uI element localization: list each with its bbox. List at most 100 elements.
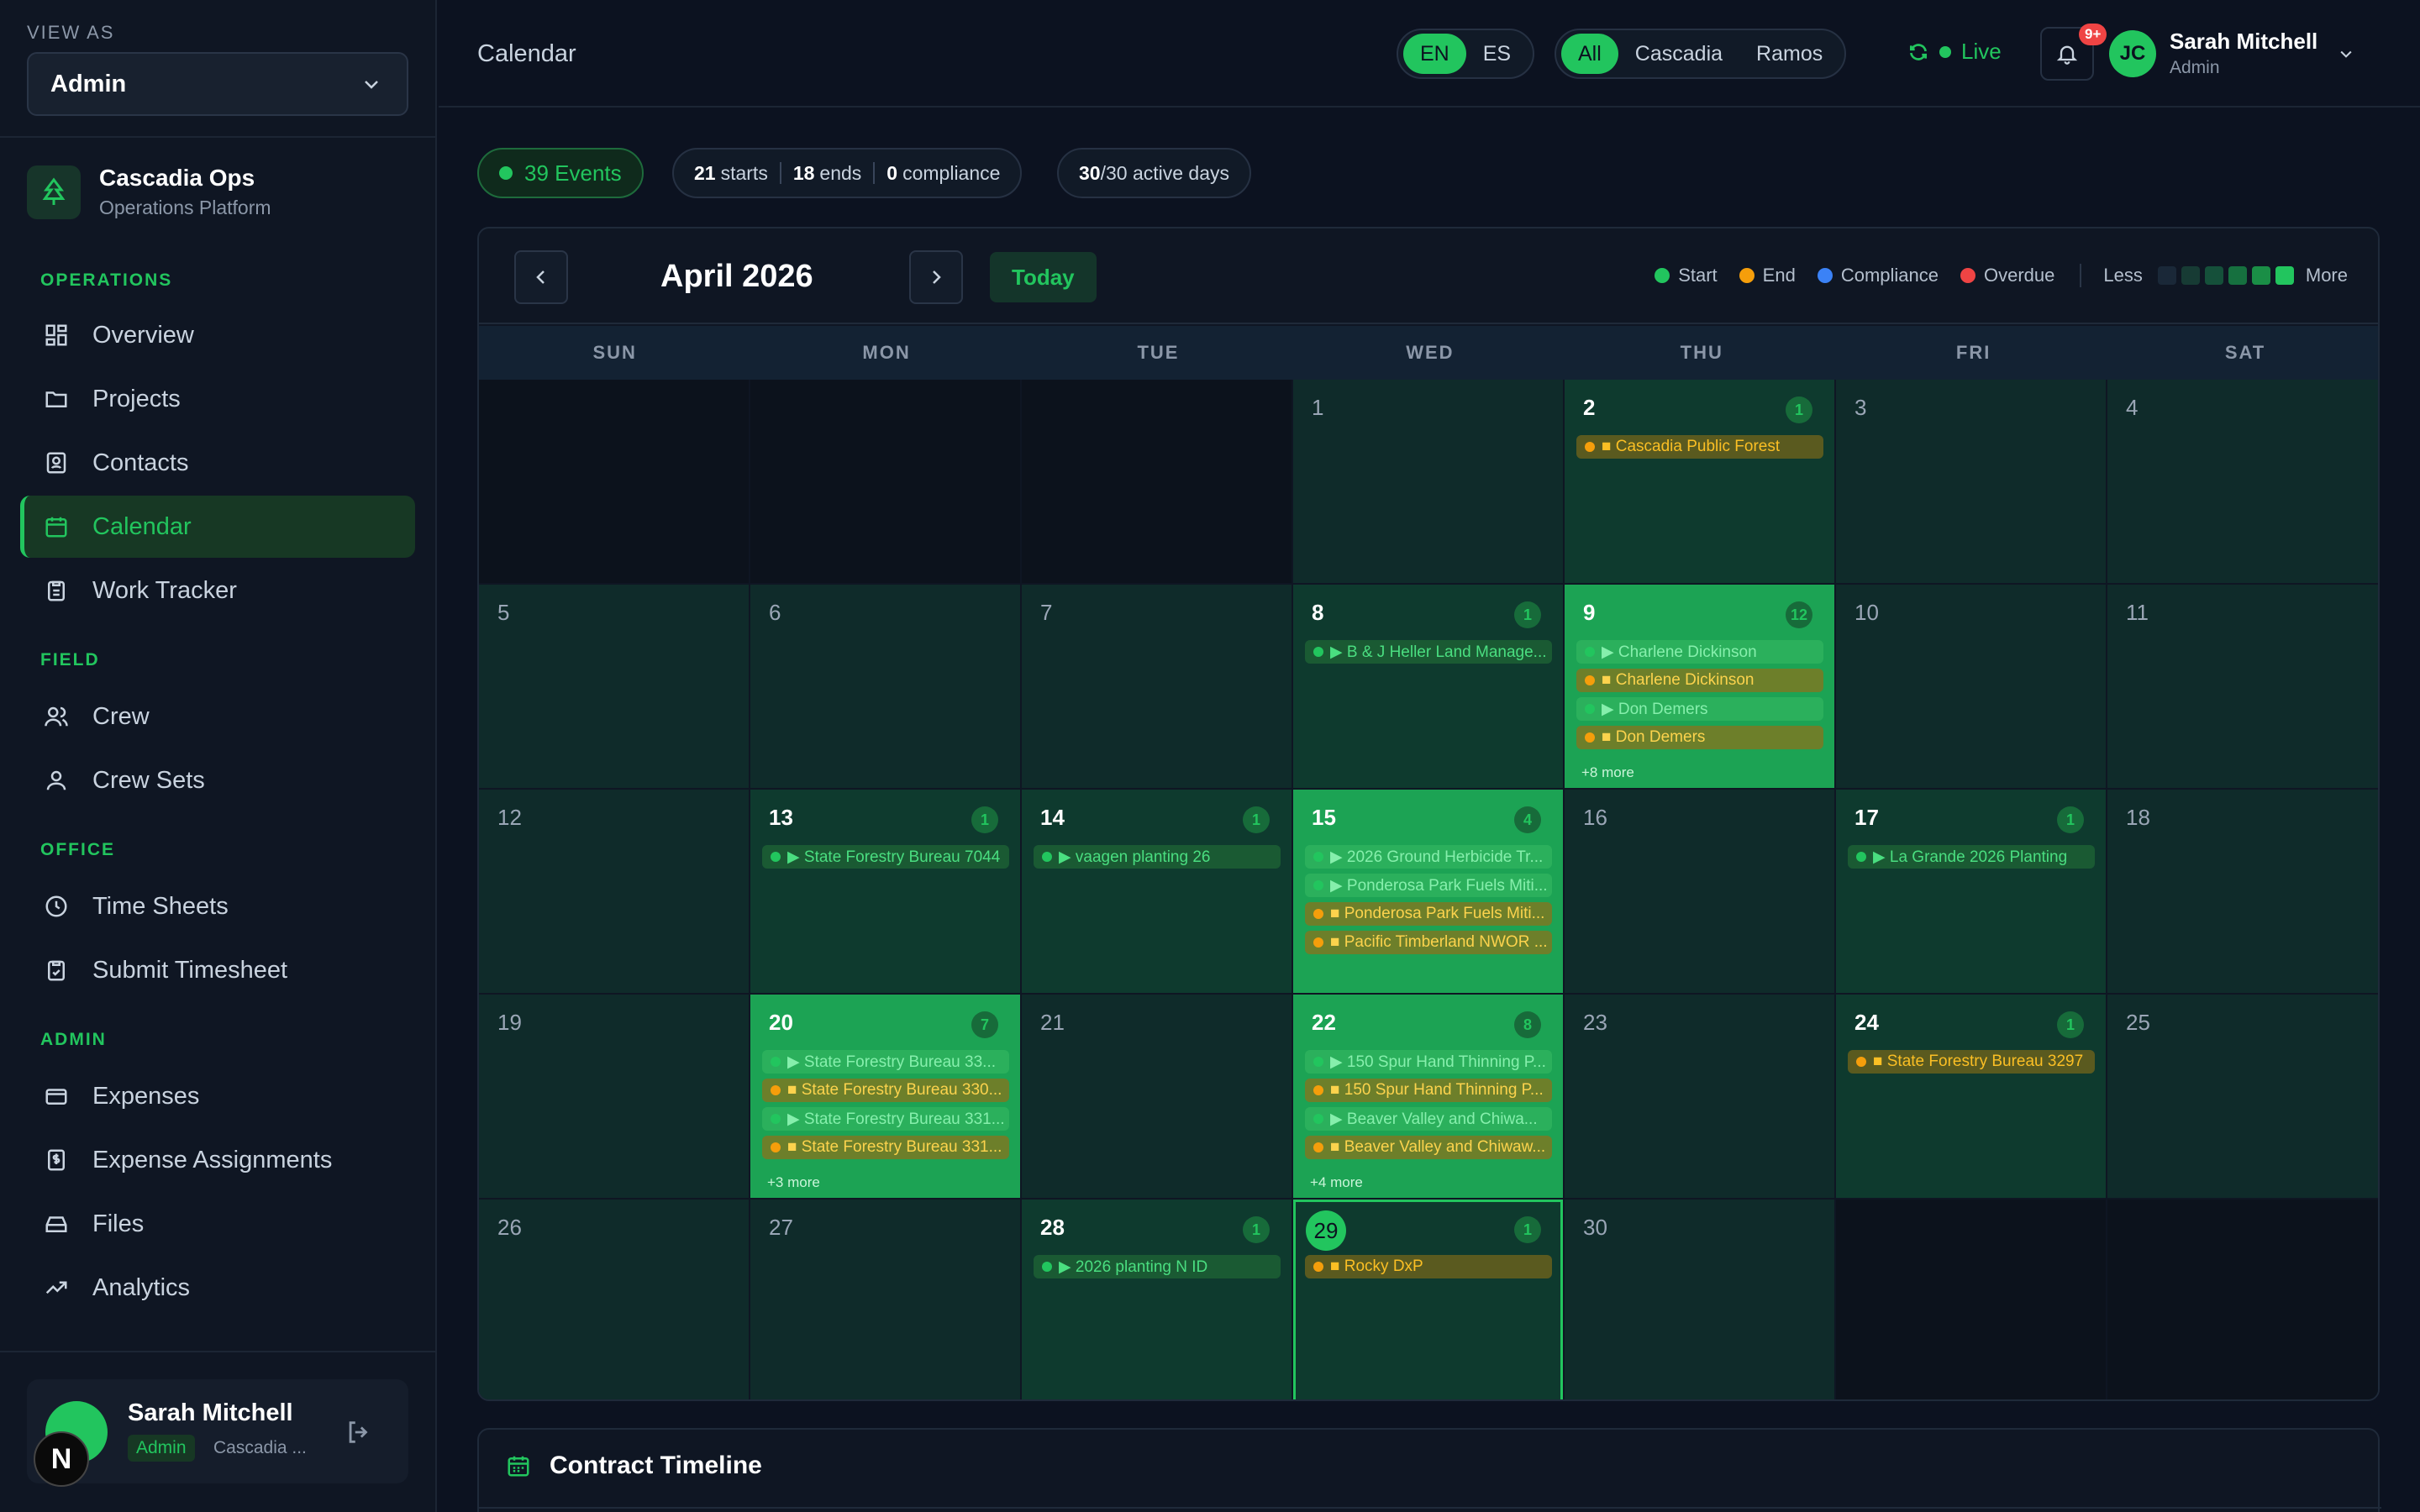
nav-time-sheets[interactable]: Time Sheets <box>20 875 415 937</box>
event-chip[interactable]: ■ Beaver Valley and Chiwaw... <box>1305 1136 1552 1159</box>
n-badge[interactable]: N <box>34 1431 89 1487</box>
more-events-link[interactable]: +4 more <box>1310 1174 1363 1191</box>
event-chip[interactable]: ▶ State Forestry Bureau 33... <box>762 1050 1009 1074</box>
day-cell[interactable]: 22 8 ▶ 150 Spur Hand Thinning P... ■ 150… <box>1293 995 1563 1198</box>
filter-ramos[interactable]: Ramos <box>1739 34 1839 74</box>
event-chip[interactable]: ▶ State Forestry Bureau 331... <box>762 1107 1009 1131</box>
day-cell[interactable]: 25 <box>2107 995 2378 1198</box>
day-cell[interactable]: 9 12 ▶ Charlene Dickinson ■ Charlene Dic… <box>1565 585 1834 788</box>
event-chip[interactable]: ■ State Forestry Bureau 330... <box>762 1079 1009 1102</box>
nav-work-tracker[interactable]: Work Tracker <box>20 559 415 622</box>
event-count-badge: 1 <box>1243 806 1270 833</box>
day-cell[interactable]: 1 <box>1293 380 1563 583</box>
day-cell[interactable]: 2 1 ■ Cascadia Public Forest <box>1565 380 1834 583</box>
empty-day-cell <box>750 380 1020 583</box>
event-count-badge: 7 <box>971 1011 998 1038</box>
event-chip[interactable]: ■ Ponderosa Park Fuels Miti... <box>1305 902 1552 926</box>
event-chip[interactable]: ▶ Don Demers <box>1576 697 1823 721</box>
today-cell[interactable]: 29 1 ■ Rocky DxP <box>1293 1200 1563 1399</box>
nav-expenses[interactable]: Expenses <box>20 1065 415 1127</box>
day-cell[interactable]: 28 1 ▶ 2026 planting N ID <box>1022 1200 1292 1399</box>
event-chip[interactable]: ▶ La Grande 2026 Planting <box>1848 845 2095 869</box>
more-events-link[interactable]: +8 more <box>1581 764 1634 781</box>
event-chip[interactable]: ■ Pacific Timberland NWOR ... <box>1305 931 1552 954</box>
nav-files[interactable]: Files <box>20 1193 415 1255</box>
event-chip[interactable]: ▶ vaagen planting 26 <box>1034 845 1281 869</box>
event-chip[interactable]: ■ State Forestry Bureau 3297 <box>1848 1050 2095 1074</box>
event-chip[interactable]: ▶ Beaver Valley and Chiwa... <box>1305 1107 1552 1131</box>
day-cell[interactable]: 4 <box>2107 380 2378 583</box>
nav-submit-timesheet[interactable]: Submit Timesheet <box>20 939 415 1001</box>
heat-less-label: Less <box>2103 265 2143 286</box>
event-chip[interactable]: ▶ B & J Heller Land Manage... <box>1305 640 1552 664</box>
lang-en[interactable]: EN <box>1403 34 1466 74</box>
lang-es[interactable]: ES <box>1466 34 1528 74</box>
day-cell[interactable]: 17 1 ▶ La Grande 2026 Planting <box>1836 790 2106 993</box>
filter-cascadia[interactable]: Cascadia <box>1618 34 1739 74</box>
day-cell[interactable]: 24 1 ■ State Forestry Bureau 3297 <box>1836 995 2106 1198</box>
event-count-badge: 1 <box>1243 1216 1270 1243</box>
nav-expense-assignments[interactable]: Expense Assignments <box>20 1129 415 1191</box>
notifications-button[interactable]: 9+ <box>2040 24 2107 81</box>
day-cell[interactable]: 30 <box>1565 1200 1834 1399</box>
logout-icon[interactable] <box>345 1418 375 1448</box>
event-chip[interactable]: ■ Cascadia Public Forest <box>1576 435 1823 459</box>
day-cell[interactable]: 3 <box>1836 380 2106 583</box>
more-events-link[interactable]: +3 more <box>767 1174 820 1191</box>
timeline-title: Contract Timeline <box>550 1452 762 1479</box>
brand: Cascadia Ops Operations Platform <box>27 165 271 219</box>
nav-analytics[interactable]: Analytics <box>20 1257 415 1319</box>
nav-contacts[interactable]: Contacts <box>20 432 415 494</box>
day-cell[interactable]: 13 1 ▶ State Forestry Bureau 7044 <box>750 790 1020 993</box>
nav-crew-sets[interactable]: Crew Sets <box>20 749 415 811</box>
day-cell[interactable]: 5 <box>479 585 749 788</box>
day-cell[interactable]: 11 <box>2107 585 2378 788</box>
filter-all[interactable]: All <box>1561 34 1618 74</box>
event-chip[interactable]: ■ Charlene Dickinson <box>1576 669 1823 692</box>
event-chip[interactable]: ■ State Forestry Bureau 331... <box>762 1136 1009 1159</box>
empty-day-cell <box>1022 380 1292 583</box>
events-dot <box>499 166 513 180</box>
active-label: /30 active days <box>1100 161 1230 184</box>
day-cell[interactable]: 26 <box>479 1200 749 1399</box>
day-cell[interactable]: 18 <box>2107 790 2378 993</box>
event-chip[interactable]: ▶ 150 Spur Hand Thinning P... <box>1305 1050 1552 1074</box>
day-cell[interactable]: 20 7 ▶ State Forestry Bureau 33... ■ Sta… <box>750 995 1020 1198</box>
day-number: 6 <box>769 600 781 625</box>
day-cell[interactable]: 7 <box>1022 585 1292 788</box>
nav-calendar[interactable]: Calendar <box>20 496 415 558</box>
event-chip[interactable]: ■ Rocky DxP <box>1305 1255 1552 1278</box>
day-cell[interactable]: 16 <box>1565 790 1834 993</box>
user-menu[interactable]: JC Sarah Mitchell Admin <box>2109 29 2354 78</box>
nav-label: Work Tracker <box>92 576 237 604</box>
day-cell[interactable]: 27 <box>750 1200 1020 1399</box>
live-indicator[interactable]: Live <box>1907 39 2002 65</box>
event-chip[interactable]: ▶ State Forestry Bureau 7044 <box>762 845 1009 869</box>
event-chip[interactable]: ■ Don Demers <box>1576 726 1823 749</box>
next-month-button[interactable] <box>909 250 963 304</box>
legend-label: End <box>1762 265 1796 286</box>
prev-month-button[interactable] <box>514 250 568 304</box>
day-cell[interactable]: 6 <box>750 585 1020 788</box>
day-cell[interactable]: 14 1 ▶ vaagen planting 26 <box>1022 790 1292 993</box>
event-chip[interactable]: ■ 150 Spur Hand Thinning P... <box>1305 1079 1552 1102</box>
nav-crew[interactable]: Crew <box>20 685 415 748</box>
event-chip[interactable]: ▶ 2026 Ground Herbicide Tr... <box>1305 845 1552 869</box>
day-cell[interactable]: 12 <box>479 790 749 993</box>
day-cell[interactable]: 8 1 ▶ B & J Heller Land Manage... <box>1293 585 1563 788</box>
day-cell[interactable]: 15 4 ▶ 2026 Ground Herbicide Tr... ▶ Pon… <box>1293 790 1563 993</box>
day-cell[interactable]: 23 <box>1565 995 1834 1198</box>
users-icon <box>45 706 68 727</box>
avatar: JC <box>2109 29 2156 77</box>
day-cell[interactable]: 19 <box>479 995 749 1198</box>
today-button[interactable]: Today <box>990 252 1097 302</box>
day-cell[interactable]: 10 <box>1836 585 2106 788</box>
nav-overview[interactable]: Overview <box>20 304 415 366</box>
event-chip[interactable]: ▶ Ponderosa Park Fuels Miti... <box>1305 874 1552 897</box>
event-chip[interactable]: ▶ Charlene Dickinson <box>1576 640 1823 664</box>
day-cell[interactable]: 21 <box>1022 995 1292 1198</box>
view-as-select[interactable]: Admin <box>27 52 408 116</box>
event-chip[interactable]: ▶ 2026 planting N ID <box>1034 1255 1281 1278</box>
day-number: 15 <box>1312 805 1336 830</box>
nav-projects[interactable]: Projects <box>20 368 415 430</box>
